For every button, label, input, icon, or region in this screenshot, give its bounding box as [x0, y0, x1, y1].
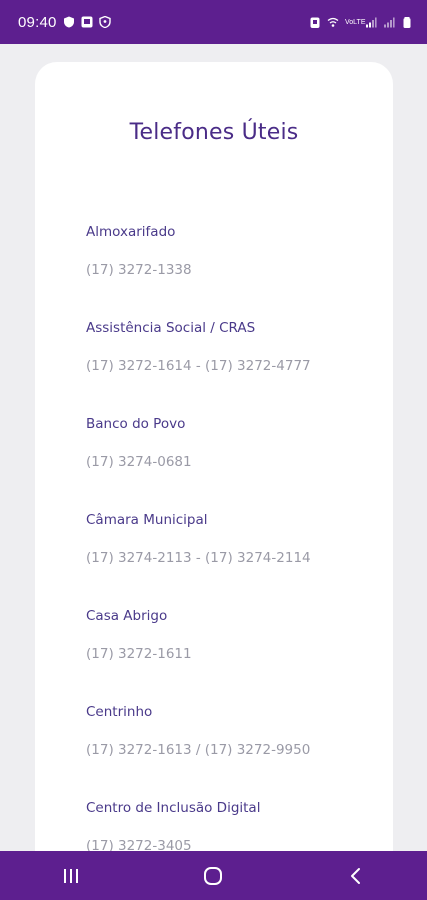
contact-phone[interactable]: (17) 3272-1614 - (17) 3272-4777 — [86, 354, 386, 378]
alarm-icon — [309, 16, 321, 28]
shield-icon — [63, 16, 75, 28]
contact-name: Casa Abrigo — [86, 608, 168, 624]
home-button[interactable] — [173, 851, 253, 900]
contact-phone[interactable]: (17) 3274-0681 — [86, 450, 386, 474]
contact-phone[interactable]: (17) 3272-1613 / (17) 3272-9950 — [86, 738, 386, 762]
recent-apps-icon — [62, 868, 80, 884]
back-icon — [349, 867, 363, 885]
battery-icon — [401, 16, 413, 28]
volte-label: VoLTE — [345, 18, 366, 26]
notification-box-icon — [81, 16, 93, 28]
contact-phone[interactable]: (17) 3274-2113 - (17) 3274-2114 — [86, 546, 386, 570]
back-button[interactable] — [316, 851, 396, 900]
page-title: Telefones Úteis — [129, 120, 299, 145]
status-time: 09:40 — [18, 13, 57, 31]
contact-phone[interactable]: (17) 3272-1611 — [86, 642, 386, 666]
contact-name: Câmara Municipal — [86, 512, 208, 528]
contact-name: Assistência Social / CRAS — [86, 320, 256, 336]
content-card: Telefones Úteis Almoxarifado (17) 3272-1… — [35, 62, 393, 882]
recent-apps-button[interactable] — [31, 851, 111, 900]
wifi-calling-icon — [327, 16, 339, 28]
list-item[interactable]: Câmara Municipal (17) 3274-2113 - (17) 3… — [86, 508, 386, 604]
contact-phone[interactable]: (17) 3272-1338 — [86, 258, 386, 282]
contact-name: Centrinho — [86, 704, 153, 720]
home-icon — [203, 866, 223, 886]
signal-icon — [383, 16, 395, 28]
status-bar-left: 09:40 — [18, 14, 111, 31]
contacts-list[interactable]: Almoxarifado (17) 3272-1338 Assistência … — [86, 220, 386, 882]
list-item[interactable]: Casa Abrigo (17) 3272-1611 — [86, 604, 386, 700]
list-item[interactable]: Centrinho (17) 3272-1613 / (17) 3272-995… — [86, 700, 386, 796]
contact-name: Banco do Povo — [86, 416, 186, 432]
contact-name: Almoxarifado — [86, 224, 176, 240]
vpn-shield-icon — [98, 16, 111, 28]
status-bar-right: VoLTE — [309, 16, 413, 28]
contact-name: Centro de Inclusão Digital — [86, 800, 261, 816]
signal-icon — [365, 16, 377, 28]
list-item[interactable]: Almoxarifado (17) 3272-1338 — [86, 220, 386, 316]
list-item[interactable]: Banco do Povo (17) 3274-0681 — [86, 412, 386, 508]
status-bar: 09:40 VoLTE — [0, 0, 427, 44]
navigation-bar — [0, 851, 427, 900]
list-item[interactable]: Assistência Social / CRAS (17) 3272-1614… — [86, 316, 386, 412]
